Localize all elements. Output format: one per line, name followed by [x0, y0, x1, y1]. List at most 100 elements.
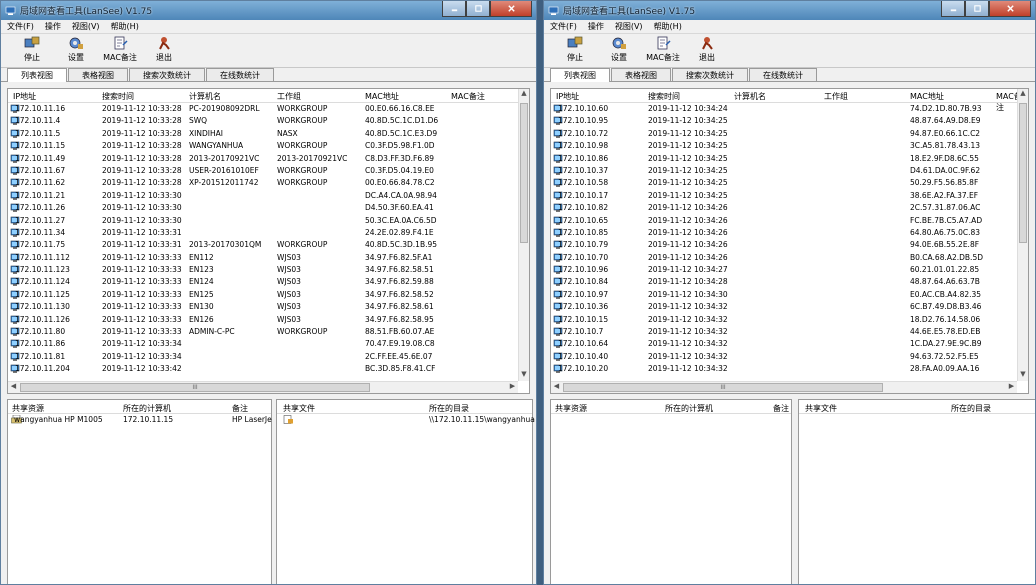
share-resource-pane[interactable]: 共享资源 所在的计算机 备注 [550, 399, 792, 584]
table-row[interactable]: 172.10.10.95 2019-11-12 10:34:25 48.87.64.… [551, 115, 1028, 127]
file-row[interactable]: \\172.10.11.15\wangyanhua [277, 414, 535, 426]
table-row[interactable]: 172.10.11.49 2019-11-12 10:33:28 2013-2017… [8, 153, 529, 165]
col-share-note-header[interactable]: 备注 [232, 403, 248, 414]
settings-button[interactable]: 设置 [598, 36, 640, 63]
scroll-left-arrow-icon[interactable]: ◀ [8, 382, 19, 393]
exit-button[interactable]: 退出 [686, 36, 728, 63]
table-row[interactable]: 172.10.10.37 2019-11-12 10:34:25 D4.61.DA.… [551, 165, 1028, 177]
col-search-time-header[interactable]: 搜索时间 [648, 91, 680, 102]
table-row[interactable]: 172.10.10.64 2019-11-12 10:34:32 1C.DA.27.… [551, 338, 1028, 350]
host-list[interactable]: IP地址 搜索时间 计算机名 工作组 MAC地址 MAC备注 172.10.10.60 201… [550, 88, 1029, 394]
settings-button[interactable]: 设置 [55, 36, 97, 63]
share-row[interactable]: wangyanhua HP M1005 172.10.11.15 HP LaserJ… [8, 414, 272, 426]
horizontal-scrollbar[interactable]: ◀ III ▶ [8, 381, 518, 393]
minimize-button[interactable] [941, 1, 965, 17]
col-mac-header[interactable]: MAC地址 [365, 91, 399, 102]
table-row[interactable]: 172.10.11.130 2019-11-12 10:33:33 EN130 WJS… [8, 301, 529, 313]
table-row[interactable]: 172.10.11.5 2019-11-12 10:33:28 XINDIHAI NA… [8, 128, 529, 140]
shared-files-pane[interactable]: 共享文件 所在的目录 \\172.10.11.15\wangyanhua [276, 399, 535, 584]
table-row[interactable]: 172.10.10.17 2019-11-12 10:34:25 38.6E.A2.… [551, 190, 1028, 202]
shared-files-pane[interactable]: 共享文件 所在的目录 [798, 399, 1035, 584]
vertical-scroll-thumb[interactable] [1019, 103, 1027, 243]
col-share-computer-header[interactable]: 所在的计算机 [123, 403, 171, 414]
table-row[interactable]: 172.10.11.27 2019-11-12 10:33:30 50.3C.EA.… [8, 215, 529, 227]
table-row[interactable]: 172.10.10.7 2019-11-12 10:34:32 44.6E.E5.7… [551, 326, 1028, 338]
scroll-up-arrow-icon[interactable]: ▲ [1018, 89, 1028, 100]
maximize-button[interactable] [965, 1, 989, 17]
tab-online-count[interactable]: 在线数统计 [206, 68, 274, 81]
table-row[interactable]: 172.10.10.84 2019-11-12 10:34:28 48.87.64.… [551, 276, 1028, 288]
table-row[interactable]: 172.10.11.112 2019-11-12 10:33:33 EN112 WJS… [8, 252, 529, 264]
col-workgroup-header[interactable]: 工作组 [277, 91, 301, 102]
table-row[interactable]: 172.10.11.75 2019-11-12 10:33:31 2013-2017… [8, 239, 529, 251]
horizontal-scroll-thumb[interactable]: III [563, 383, 883, 392]
maximize-button[interactable] [466, 1, 490, 17]
mac-note-button[interactable]: MAC备注 [642, 36, 684, 63]
table-row[interactable]: 172.10.10.97 2019-11-12 10:34:30 E0.AC.CB.… [551, 289, 1028, 301]
table-row[interactable]: 172.10.10.85 2019-11-12 10:34:26 64.80.A6.… [551, 227, 1028, 239]
table-row[interactable]: 172.10.11.86 2019-11-12 10:33:34 70.47.E9.… [8, 338, 529, 350]
title-bar[interactable]: 局域网查看工具(LanSee) V1.75 [1, 1, 536, 20]
vertical-scrollbar[interactable]: ▲ ▼ [1017, 89, 1028, 381]
horizontal-scroll-thumb[interactable]: III [20, 383, 370, 392]
tab-search-count[interactable]: 搜索次数统计 [129, 68, 205, 81]
menu-view[interactable]: 视图(V) [72, 21, 100, 32]
col-mac-header[interactable]: MAC地址 [910, 91, 944, 102]
table-row[interactable]: 172.10.10.65 2019-11-12 10:34:26 FC.BE.7B.… [551, 215, 1028, 227]
menu-view[interactable]: 视图(V) [615, 21, 643, 32]
tab-table-view[interactable]: 表格视图 [611, 68, 671, 81]
tab-table-view[interactable]: 表格视图 [68, 68, 128, 81]
col-shared-file-header[interactable]: 共享文件 [805, 403, 837, 414]
table-row[interactable]: 172.10.11.124 2019-11-12 10:33:33 EN124 WJS… [8, 276, 529, 288]
title-bar[interactable]: 局域网查看工具(LanSee) V1.75 [544, 1, 1035, 20]
table-row[interactable]: 172.10.10.40 2019-11-12 10:34:32 94.63.72.… [551, 351, 1028, 363]
col-workgroup-header[interactable]: 工作组 [824, 91, 848, 102]
table-row[interactable]: 172.10.11.67 2019-11-12 10:33:28 USER-2016… [8, 165, 529, 177]
table-row[interactable]: 172.10.11.21 2019-11-12 10:33:30 DC.A4.CA.… [8, 190, 529, 202]
table-row[interactable]: 172.10.10.96 2019-11-12 10:34:27 60.21.01.… [551, 264, 1028, 276]
table-row[interactable]: 172.10.10.60 2019-11-12 10:34:24 74.D2.1D.… [551, 103, 1028, 115]
host-list[interactable]: IP地址 搜索时间 计算机名 工作组 MAC地址 MAC备注 172.10.11.16 201… [7, 88, 530, 394]
scroll-down-arrow-icon[interactable]: ▼ [519, 370, 529, 381]
table-row[interactable]: 172.10.11.15 2019-11-12 10:33:28 WANGYANHU… [8, 140, 529, 152]
menu-operate[interactable]: 操作 [588, 21, 604, 32]
menu-help[interactable]: 帮助(H) [111, 21, 139, 32]
table-row[interactable]: 172.10.10.15 2019-11-12 10:34:32 18.D2.76.… [551, 314, 1028, 326]
table-row[interactable]: 172.10.11.81 2019-11-12 10:33:34 2C.FF.EE.… [8, 351, 529, 363]
tab-list-view[interactable]: 列表视图 [550, 68, 610, 82]
table-row[interactable]: 172.10.10.82 2019-11-12 10:34:26 2C.57.31.… [551, 202, 1028, 214]
table-row[interactable]: 172.10.10.86 2019-11-12 10:34:25 18.E2.9F.… [551, 153, 1028, 165]
table-row[interactable]: 172.10.10.79 2019-11-12 10:34:26 94.0E.6B.… [551, 239, 1028, 251]
table-row[interactable]: 172.10.10.98 2019-11-12 10:34:25 3C.A5.81.… [551, 140, 1028, 152]
horizontal-scrollbar[interactable]: ◀ III ▶ [551, 381, 1017, 393]
col-share-note-header[interactable]: 备注 [773, 403, 789, 414]
menu-operate[interactable]: 操作 [45, 21, 61, 32]
col-computer-name-header[interactable]: 计算机名 [189, 91, 221, 102]
table-row[interactable]: 172.10.11.126 2019-11-12 10:33:33 EN126 WJS… [8, 314, 529, 326]
table-row[interactable]: 172.10.11.80 2019-11-12 10:33:33 ADMIN-C-P… [8, 326, 529, 338]
tab-list-view[interactable]: 列表视图 [7, 68, 67, 82]
table-row[interactable]: 172.10.10.36 2019-11-12 10:34:32 6C.B7.49.… [551, 301, 1028, 313]
table-row[interactable]: 172.10.10.72 2019-11-12 10:34:25 94.87.E0.… [551, 128, 1028, 140]
table-row[interactable]: 172.10.11.4 2019-11-12 10:33:28 SWQ WORKGRO… [8, 115, 529, 127]
table-row[interactable]: 172.10.11.34 2019-11-12 10:33:31 24.2E.02.… [8, 227, 529, 239]
close-button[interactable] [490, 1, 532, 17]
col-computer-name-header[interactable]: 计算机名 [734, 91, 766, 102]
col-ip-header[interactable]: IP地址 [13, 91, 36, 102]
share-resource-pane[interactable]: 共享资源 所在的计算机 备注 wangyanhua HP M1005 172.10.11… [7, 399, 272, 584]
table-row[interactable]: 172.10.10.70 2019-11-12 10:34:26 B0.CA.68.… [551, 252, 1028, 264]
scroll-up-arrow-icon[interactable]: ▲ [519, 89, 529, 100]
col-share-computer-header[interactable]: 所在的计算机 [665, 403, 713, 414]
scroll-down-arrow-icon[interactable]: ▼ [1018, 370, 1028, 381]
col-share-resource-header[interactable]: 共享资源 [555, 403, 587, 414]
col-directory-header[interactable]: 所在的目录 [951, 403, 991, 414]
table-row[interactable]: 172.10.10.58 2019-11-12 10:34:25 50.29.F5.… [551, 177, 1028, 189]
close-button[interactable] [989, 1, 1031, 17]
table-row[interactable]: 172.10.11.123 2019-11-12 10:33:33 EN123 WJS… [8, 264, 529, 276]
menu-help[interactable]: 帮助(H) [654, 21, 682, 32]
stop-button[interactable]: 停止 [554, 36, 596, 63]
minimize-button[interactable] [442, 1, 466, 17]
table-row[interactable]: 172.10.11.62 2019-11-12 10:33:28 XP-201512… [8, 177, 529, 189]
scroll-right-arrow-icon[interactable]: ▶ [1006, 382, 1017, 393]
menu-file[interactable]: 文件(F) [550, 21, 577, 32]
